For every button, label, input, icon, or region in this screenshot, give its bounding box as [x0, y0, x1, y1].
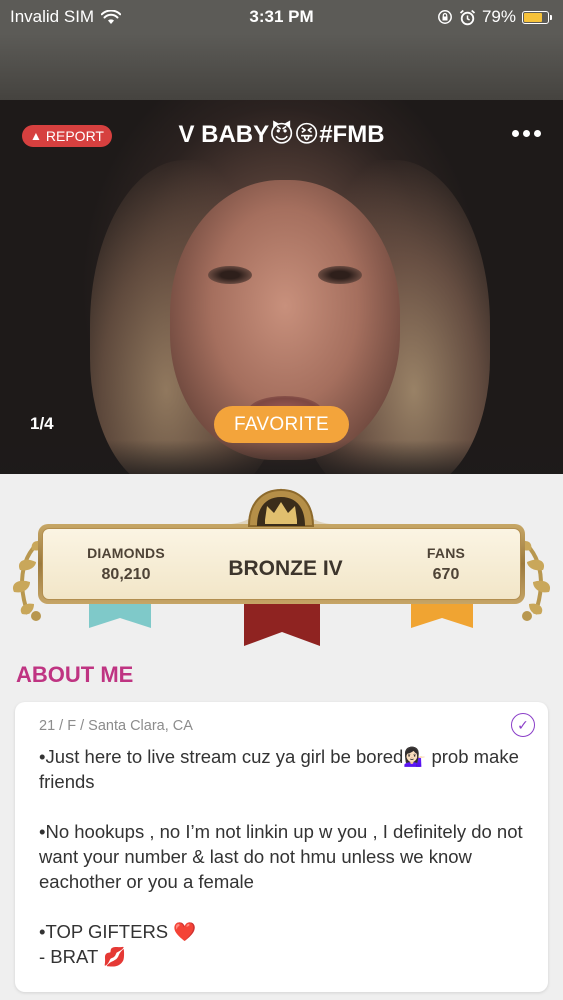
about-card: 21 / F / Santa Clara, CA ✓ •Just here to…: [15, 702, 548, 992]
bio-paragraph: •Just here to live stream cuz ya girl be…: [39, 746, 519, 792]
battery-percent: 79%: [481, 7, 516, 26]
profile-display-name: V BABY😈😝#FMB: [178, 121, 385, 148]
ribbon-center: [244, 602, 320, 646]
profile-photo-area[interactable]: ▲ REPORT V BABY😈😝#FMB 1/4 FAVORITE: [0, 34, 563, 474]
diamonds-stat: DIAMONDS 80,210: [76, 545, 176, 584]
diamonds-value: 80,210: [101, 566, 151, 583]
favorite-button[interactable]: FAVORITE: [214, 406, 349, 443]
status-bar: Invalid SIM 3:31 PM 79%: [0, 0, 563, 34]
about-me-heading: ABOUT ME: [16, 662, 134, 687]
rank-banner: DIAMONDS 80,210 BRONZE IV FANS 670: [0, 474, 563, 654]
battery-icon: [522, 10, 552, 24]
orientation-lock-icon: [438, 10, 452, 24]
bio-paragraph: •No hookups , no I’m not linkin up w you…: [39, 821, 523, 892]
about-bio: •Just here to live stream cuz ya girl be…: [39, 744, 524, 969]
alarm-icon: [459, 9, 476, 25]
photo-counter: 1/4: [30, 414, 54, 433]
fans-stat: FANS 670: [396, 545, 496, 584]
rank-plate: DIAMONDS 80,210 BRONZE IV FANS 670: [38, 524, 525, 604]
carrier-label: Invalid SIM: [10, 7, 95, 26]
report-label: REPORT: [45, 128, 104, 144]
ribbon-left: [89, 602, 151, 628]
report-button[interactable]: ▲ REPORT: [22, 125, 112, 147]
rank-tier: BRONZE IV: [228, 557, 343, 580]
ribbon-right: [411, 602, 473, 628]
bio-paragraph: - BRAT 💋: [39, 946, 127, 967]
warning-icon: ▲: [30, 129, 42, 143]
bio-paragraph: •TOP GIFTERS ❤️: [39, 921, 197, 942]
wifi-icon: [101, 9, 122, 24]
crown-icon: [231, 488, 331, 527]
fans-value: 670: [432, 566, 460, 583]
fans-label: FANS: [426, 545, 466, 561]
profile-meta: 21 / F / Santa Clara, CA: [39, 718, 193, 734]
diamonds-label: DIAMONDS: [87, 545, 165, 561]
verified-check-icon: ✓: [511, 713, 535, 737]
more-options-icon[interactable]: [512, 130, 541, 137]
